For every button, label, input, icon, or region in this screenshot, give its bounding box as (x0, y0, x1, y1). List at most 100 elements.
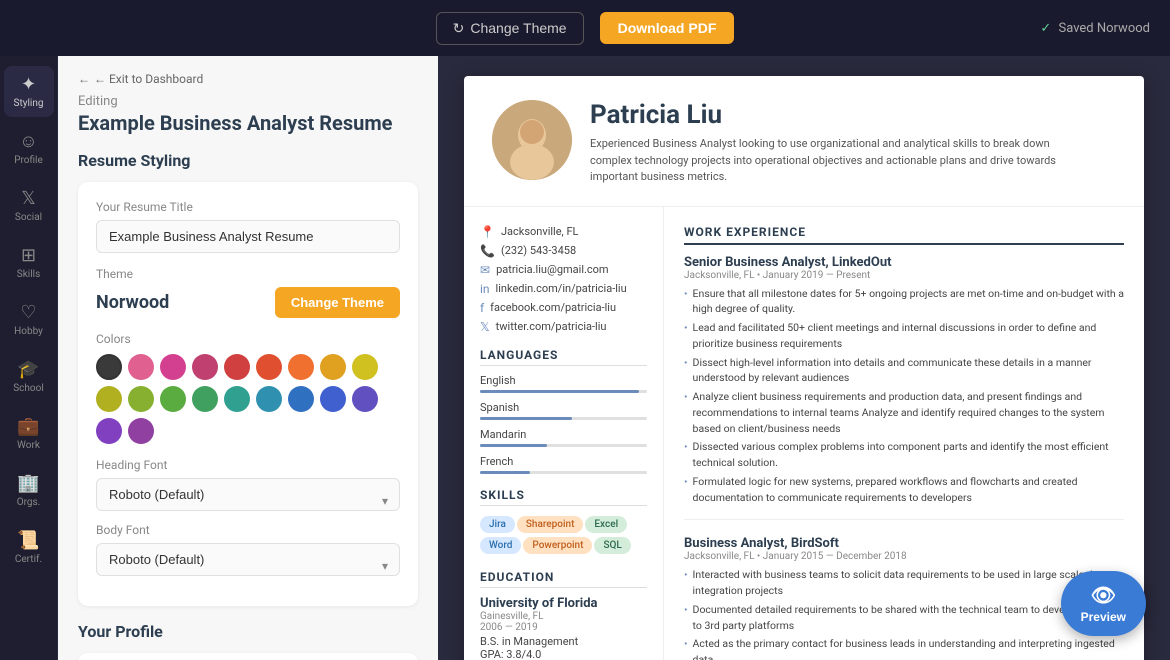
language-name: English (480, 374, 647, 387)
work-title: Senior Business Analyst, LinkedOut (684, 255, 1124, 270)
resume-header: Patricia Liu Experienced Business Analys… (464, 76, 1144, 207)
language-name: Spanish (480, 401, 647, 414)
color-swatch[interactable] (288, 386, 314, 412)
skill-tag: Excel (585, 516, 627, 533)
color-swatch[interactable] (96, 386, 122, 412)
color-swatch[interactable] (128, 386, 154, 412)
color-swatch[interactable] (352, 386, 378, 412)
color-swatch[interactable] (320, 354, 346, 380)
color-swatch[interactable] (96, 354, 122, 380)
language-name: Mandarin (480, 428, 647, 441)
body-font-select[interactable]: Roboto (Default) (96, 543, 400, 576)
change-theme-top-button[interactable]: ↻ Change Theme (436, 12, 584, 45)
change-theme-button[interactable]: Change Theme (275, 287, 400, 318)
contact-twitter: 𝕏 twitter.com/patricia-liu (480, 320, 647, 334)
resume-title-field-label: Your Resume Title (96, 200, 400, 214)
heading-font-label: Heading Font (96, 458, 400, 472)
education-section-header: EDUCATION (480, 570, 647, 588)
color-swatch[interactable] (160, 386, 186, 412)
language-item: Mandarin (480, 428, 647, 447)
your-profile-title: Your Profile (78, 622, 418, 641)
sidebar-item-skills-label: Skills (17, 269, 40, 280)
skill-tag: SQL (594, 537, 630, 554)
school-icon: 🎓 (17, 359, 39, 380)
color-swatch[interactable] (352, 354, 378, 380)
check-icon: ✓ (1040, 21, 1051, 36)
language-bar (480, 390, 647, 393)
resume-body: 📍 Jacksonville, FL 📞 (232) 543-3458 ✉ pa… (464, 207, 1144, 660)
work-bullet: Acted as the primary contact for busines… (684, 636, 1124, 660)
body-font-label: Body Font (96, 523, 400, 537)
edu-degree: B.S. in Management (480, 635, 647, 648)
language-fill (480, 417, 572, 420)
contact-linkedin: in linkedin.com/in/patricia-liu (480, 282, 647, 296)
language-fill (480, 471, 530, 474)
work-bullet: Interacted with business teams to solici… (684, 567, 1124, 599)
styling-icon: ✦ (21, 74, 36, 95)
skill-tag: Word (480, 537, 521, 554)
color-swatch[interactable] (192, 386, 218, 412)
work-bullet: Dissected various complex problems into … (684, 439, 1124, 471)
sidebar-item-social[interactable]: 𝕏 Social (4, 180, 54, 231)
sidebar-item-social-label: Social (15, 212, 42, 223)
color-swatch[interactable] (288, 354, 314, 380)
color-swatch[interactable] (192, 354, 218, 380)
profile-icon: ☺ (19, 131, 37, 152)
resume-title-input[interactable] (96, 220, 400, 253)
contact-facebook: f facebook.com/patricia-liu (480, 301, 647, 315)
sidebar-item-profile[interactable]: ☺ Profile (4, 123, 54, 174)
sidebar-item-styling-label: Styling (14, 98, 44, 109)
skill-tag: Jira (480, 516, 515, 533)
language-item: Spanish (480, 401, 647, 420)
top-bar: ↻ Change Theme Download PDF ✓ Saved Norw… (0, 0, 1170, 56)
sidebar-item-orgs[interactable]: 🏢 Orgs. (4, 465, 54, 516)
sidebar-item-certif[interactable]: 📜 Certif. (4, 522, 54, 573)
languages-section-header: LANGUAGES (480, 348, 647, 366)
body-font-wrapper: Roboto (Default) (96, 543, 400, 588)
heading-font-wrapper: Roboto (Default) (96, 478, 400, 523)
work-entry: Business Analyst, BirdSoft Jacksonville,… (684, 536, 1124, 660)
social-icon: 𝕏 (21, 188, 36, 209)
work-meta: Jacksonville, FL • January 2015 — Decemb… (684, 551, 1124, 562)
download-pdf-button[interactable]: Download PDF (600, 12, 735, 44)
work-bullet: Formulated logic for new systems, prepar… (684, 474, 1124, 506)
heading-font-select[interactable]: Roboto (Default) (96, 478, 400, 511)
color-swatch[interactable] (256, 386, 282, 412)
sidebar-item-work[interactable]: 💼 Work (4, 408, 54, 459)
left-panel: ← ← Exit to Dashboard Editing Example Bu… (58, 56, 438, 660)
color-swatch[interactable] (224, 354, 250, 380)
hobby-icon: ♡ (20, 302, 36, 323)
sidebar-item-orgs-label: Orgs. (17, 497, 41, 508)
color-swatch[interactable] (96, 418, 122, 444)
resume-summary: Experienced Business Analyst looking to … (590, 136, 1090, 186)
color-swatch[interactable] (128, 354, 154, 380)
location-icon: 📍 (480, 225, 495, 239)
phone-icon: 📞 (480, 244, 495, 258)
twitter-icon: 𝕏 (480, 320, 490, 334)
skill-tag: Powerpoint (523, 537, 592, 554)
work-bullet: Ensure that all milestone dates for 5+ o… (684, 286, 1124, 318)
skills-section-header: SKILLS (480, 488, 647, 506)
color-swatch[interactable] (224, 386, 250, 412)
contact-location: 📍 Jacksonville, FL (480, 225, 647, 239)
change-theme-top-label: Change Theme (470, 20, 566, 36)
work-experience-header: WORK EXPERIENCE (684, 225, 1124, 245)
preview-button[interactable]: 👁 Preview (1061, 571, 1146, 636)
exit-to-dashboard-link[interactable]: ← ← Exit to Dashboard (78, 72, 418, 86)
color-swatch[interactable] (128, 418, 154, 444)
work-bullet: Lead and facilitated 50+ client meetings… (684, 320, 1124, 352)
sidebar-item-styling[interactable]: ✦ Styling (4, 66, 54, 117)
eye-icon: 👁 (1091, 583, 1116, 608)
sidebar-item-hobby[interactable]: ♡ Hobby (4, 294, 54, 345)
edu-year: 2006 — 2019 (480, 622, 647, 633)
sidebar-item-skills[interactable]: ⊞ Skills (4, 237, 54, 288)
sidebar-item-school-label: School (13, 383, 44, 394)
language-bar (480, 471, 647, 474)
color-swatch[interactable] (320, 386, 346, 412)
sidebar-item-school[interactable]: 🎓 School (4, 351, 54, 402)
resume-name: Patricia Liu (590, 100, 1090, 130)
orgs-icon: 🏢 (17, 473, 39, 494)
color-swatch[interactable] (256, 354, 282, 380)
work-title: Business Analyst, BirdSoft (684, 536, 1124, 551)
color-swatch[interactable] (160, 354, 186, 380)
